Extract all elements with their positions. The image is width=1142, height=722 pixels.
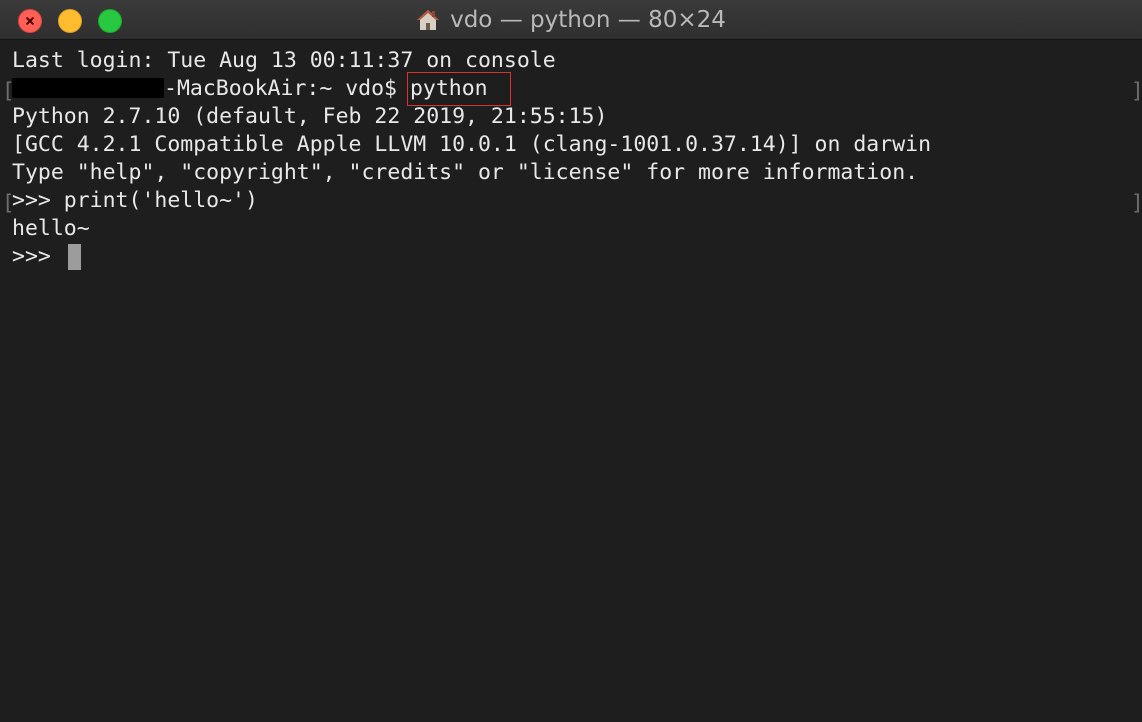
last-login-line: Last login: Tue Aug 13 00:11:37 on conso… bbox=[12, 48, 556, 73]
help-hint-line: Type "help", "copyright", "credits" or "… bbox=[12, 160, 919, 185]
home-icon bbox=[416, 8, 440, 32]
mark-bracket-close: ] bbox=[1131, 79, 1142, 103]
repl-input-line: >>> print('hello~') bbox=[12, 188, 258, 213]
gcc-info-line: [GCC 4.2.1 Compatible Apple LLVM 10.0.1 … bbox=[12, 132, 932, 157]
mark-bracket-close: ] bbox=[1131, 191, 1142, 215]
title-bar[interactable]: vdo — python — 80×24 bbox=[0, 0, 1142, 40]
highlighted-command: python bbox=[406, 72, 511, 106]
window-title: vdo — python — 80×24 bbox=[450, 7, 726, 33]
python-version-line: Python 2.7.10 (default, Feb 22 2019, 21:… bbox=[12, 104, 608, 129]
redacted-hostname bbox=[12, 78, 164, 98]
shell-prompt-line: -MacBookAir:~ vdo$ python bbox=[12, 72, 511, 106]
terminal-window: vdo — python — 80×24 [ ] [ ] Last login:… bbox=[0, 0, 1142, 722]
text-cursor bbox=[68, 244, 81, 270]
prompt-text: -MacBookAir:~ vdo$ bbox=[164, 76, 410, 101]
terminal-output[interactable]: [ ] [ ] Last login: Tue Aug 13 00:11:37 … bbox=[0, 41, 1142, 722]
window-title-area: vdo — python — 80×24 bbox=[0, 0, 1142, 40]
repl-prompt-line: >>> bbox=[12, 244, 64, 269]
repl-output-line: hello~ bbox=[12, 216, 90, 241]
